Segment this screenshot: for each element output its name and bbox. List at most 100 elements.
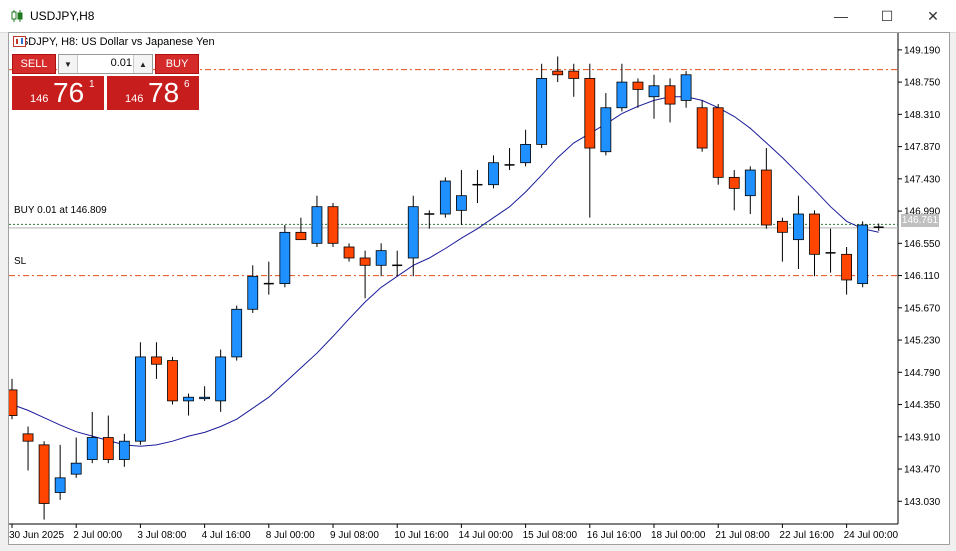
x-tick-label: 30 Jun 2025: [9, 530, 64, 541]
buy-price-quote[interactable]: 146 78 6: [107, 76, 199, 110]
candle-body: [439, 180, 451, 215]
candle-body: [712, 107, 724, 178]
candle-body: [38, 444, 50, 504]
candle-body: [744, 169, 756, 197]
lot-increase-icon[interactable]: ▲: [133, 55, 152, 73]
lot-size-input[interactable]: 0.01: [79, 57, 132, 69]
candle-body: [247, 275, 259, 310]
y-tick-label: 145.670: [904, 303, 941, 314]
buy-price-prefix: 146: [125, 93, 144, 105]
candle-body: [536, 78, 548, 145]
candle-body: [135, 356, 146, 442]
candle-body: [793, 213, 804, 241]
candle-body: [9, 389, 18, 416]
candle-body: [70, 462, 82, 475]
close-icon[interactable]: ✕: [910, 0, 956, 32]
y-tick-label: 146.110: [904, 271, 940, 282]
x-tick-label: 15 Jul 08:00: [523, 530, 578, 541]
x-tick-label: 8 Jul 00:00: [266, 530, 315, 541]
y-tick-label: 145.230: [904, 336, 941, 347]
chart-symbol-label: USDJPY, H8: US Dollar vs Japanese Yen: [13, 36, 215, 48]
y-tick-label: 144.350: [904, 400, 941, 411]
candle-body: [600, 107, 612, 153]
y-tick-label: 147.870: [904, 142, 941, 153]
sell-button[interactable]: SELL: [12, 54, 56, 74]
y-tick-label: 148.750: [904, 78, 941, 89]
candle-body: [455, 195, 467, 211]
x-tick-label: 4 Jul 16:00: [202, 530, 251, 541]
candle-body: [199, 396, 211, 400]
candle-body: [857, 224, 869, 285]
candle-body: [375, 250, 387, 266]
candle-body: [520, 143, 532, 164]
x-tick-label: 3 Jul 08:00: [137, 530, 186, 541]
sell-price-quote[interactable]: 146 76 1: [12, 76, 104, 110]
x-tick-label: 9 Jul 08:00: [330, 530, 379, 541]
candle-body: [359, 257, 371, 266]
buy-button[interactable]: BUY: [155, 54, 199, 74]
candle-body: [552, 70, 564, 76]
candle-body: [22, 433, 34, 442]
candle-body: [295, 231, 307, 241]
chart-header: USDJPY, H8: US Dollar vs Japanese Yen: [13, 36, 215, 48]
y-tick-label: 144.790: [904, 368, 941, 379]
lot-decrease-icon[interactable]: ▼: [59, 55, 78, 73]
candle-body: [664, 85, 676, 105]
x-tick-label: 14 Jul 00:00: [458, 530, 513, 541]
x-tick-label: 2 Jul 00:00: [73, 530, 122, 541]
x-tick-label: 18 Jul 00:00: [651, 530, 706, 541]
buy-price-fraction: 6: [184, 79, 190, 90]
candle-body: [777, 220, 788, 233]
candle-body: [616, 81, 628, 109]
candle-body: [102, 437, 114, 460]
buy-order-label[interactable]: BUY 0.01 at 146.809: [14, 205, 107, 216]
candle-body: [584, 78, 596, 149]
maximize-icon[interactable]: ☐: [864, 0, 910, 32]
candlestick-icon: [11, 10, 23, 22]
candle-body: [343, 246, 355, 259]
y-tick-label: 146.550: [904, 239, 941, 250]
candle-body: [632, 81, 644, 90]
candle-body: [279, 231, 291, 285]
candle-body: [728, 176, 740, 189]
lot-size-stepper[interactable]: ▼ 0.01 ▲: [58, 54, 153, 74]
sell-price-fraction: 1: [89, 79, 95, 90]
candle-body: [231, 308, 243, 358]
minimize-icon[interactable]: —: [818, 0, 864, 32]
y-tick-label: 149.190: [904, 45, 941, 56]
candle-body: [167, 360, 178, 402]
candle-body: [311, 206, 323, 244]
buy-price-pips: 78: [148, 77, 180, 108]
y-tick-label: 148.310: [904, 110, 941, 121]
window-title: USDJPY,H8: [30, 9, 95, 23]
candle-body: [696, 107, 708, 149]
title-bar: USDJPY,H8 — ☐ ✕: [0, 0, 956, 33]
sell-price-prefix: 146: [30, 93, 49, 105]
x-tick-label: 16 Jul 16:00: [587, 530, 642, 541]
chart-area[interactable]: 149.190 148.750 148.310 147.870 147.430 146.9…: [8, 32, 950, 545]
x-tick-label: 10 Jul 16:00: [394, 530, 449, 541]
candle-body: [760, 169, 772, 226]
y-tick-label: 143.910: [904, 432, 941, 443]
one-click-trading-panel: SELL ▼ 0.01 ▲ BUY 146 76 1 146 78 6: [12, 53, 199, 111]
chart-type-icon[interactable]: [13, 36, 26, 47]
x-tick-label: 21 Jul 08:00: [715, 530, 770, 541]
y-tick-label: 147.430: [904, 174, 941, 185]
candle-body: [151, 356, 162, 365]
candle-body: [841, 253, 852, 281]
candle-body: [809, 213, 820, 255]
y-tick-label: 143.470: [904, 465, 941, 476]
candle-body: [680, 74, 692, 101]
x-tick-label: 24 Jul 00:00: [844, 530, 899, 541]
stop-loss-label[interactable]: SL: [14, 256, 26, 267]
candle-body: [648, 85, 660, 98]
candle-body: [118, 440, 130, 460]
sell-price-pips: 76: [53, 77, 85, 108]
current-price-tag: 146.761: [901, 214, 939, 227]
candle-body: [54, 477, 66, 493]
candle-body: [568, 70, 580, 79]
candle-body: [183, 396, 194, 402]
x-tick-label: 22 Jul 16:00: [779, 530, 834, 541]
candle-body: [215, 356, 227, 402]
candle-body: [488, 162, 499, 186]
